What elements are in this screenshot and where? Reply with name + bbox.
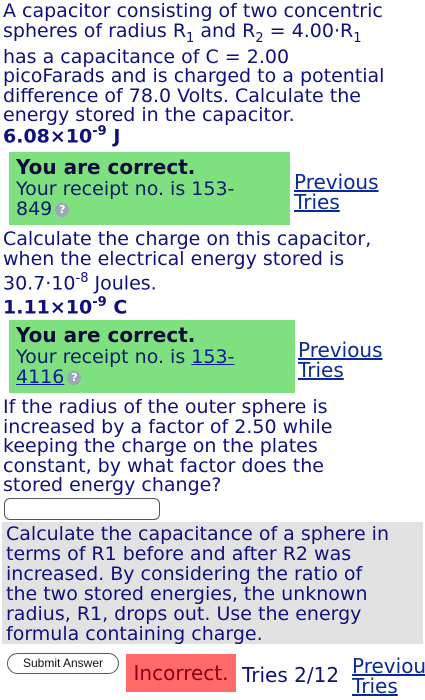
correct-title: You are correct.	[16, 155, 196, 179]
hint-line: the two stored energies, the unknown	[6, 583, 368, 605]
hint-line: radius, R1, drops out. Use the energy	[6, 603, 362, 625]
q1-line: energy stored in the capacitor.	[3, 104, 295, 127]
answer-input[interactable]	[4, 498, 160, 520]
previous-tries-link-1[interactable]: Previous Tries	[294, 172, 379, 212]
hint-line: increased. By considering the ratio of	[6, 563, 363, 585]
incorrect-status: Incorrect.	[126, 654, 236, 692]
q3-line: If the radius of the outer sphere is	[3, 396, 328, 418]
q1-line-2: spheres of radius R1 and R2 = 4.00·R1	[3, 19, 362, 46]
q3-line: stored energy change?	[3, 474, 222, 496]
answer-1: 6.08×10-9 J	[3, 124, 121, 148]
tries-count: Tries 2/12	[242, 663, 340, 687]
hint-line: terms of R1 before and after R2 was	[6, 543, 352, 565]
hint-line: Calculate the capacitance of a sphere in	[6, 523, 389, 545]
correct-feedback-2: You are correct. Your receipt no. is 153…	[9, 320, 295, 393]
question-2-text: Calculate the charge on this capacitor, …	[3, 228, 423, 295]
submit-answer-button[interactable]: Submit Answer	[7, 653, 119, 674]
q2-line: Calculate the charge on this capacitor,	[3, 228, 372, 250]
q3-line: keeping the charge on the plates	[3, 435, 318, 457]
help-icon[interactable]: ?	[67, 370, 82, 385]
hint-line: formula containing charge.	[6, 623, 263, 645]
help-icon[interactable]: ?	[55, 202, 70, 217]
question-3-text: If the radius of the outer sphere is inc…	[3, 396, 423, 496]
answer-2: 1.11×10-9 C	[3, 295, 128, 319]
previous-tries-link-2[interactable]: Previous Tries	[298, 340, 383, 380]
previous-tries-link-3[interactable]: Previou Tries	[352, 656, 425, 696]
receipt-number-link[interactable]: 4116	[16, 366, 64, 388]
correct-feedback-1: You are correct. Your receipt no. is 153…	[9, 152, 290, 225]
correct-title: You are correct.	[16, 323, 196, 347]
receipt-text: Your receipt no. is 153- 849?	[16, 178, 235, 220]
receipt-number-link[interactable]: 153-	[191, 346, 234, 368]
hint-box: Calculate the capacitance of a sphere in…	[2, 522, 423, 644]
q2-line-3: 30.7·10-8 Joules.	[3, 271, 157, 295]
q1-line: picoFarads and is charged to a potential	[3, 65, 385, 88]
receipt-text: Your receipt no. is 153- 4116?	[16, 346, 235, 388]
q2-line: when the electrical energy stored is	[3, 247, 345, 270]
question-1-text: A capacitor consisting of two concentric…	[3, 1, 423, 127]
